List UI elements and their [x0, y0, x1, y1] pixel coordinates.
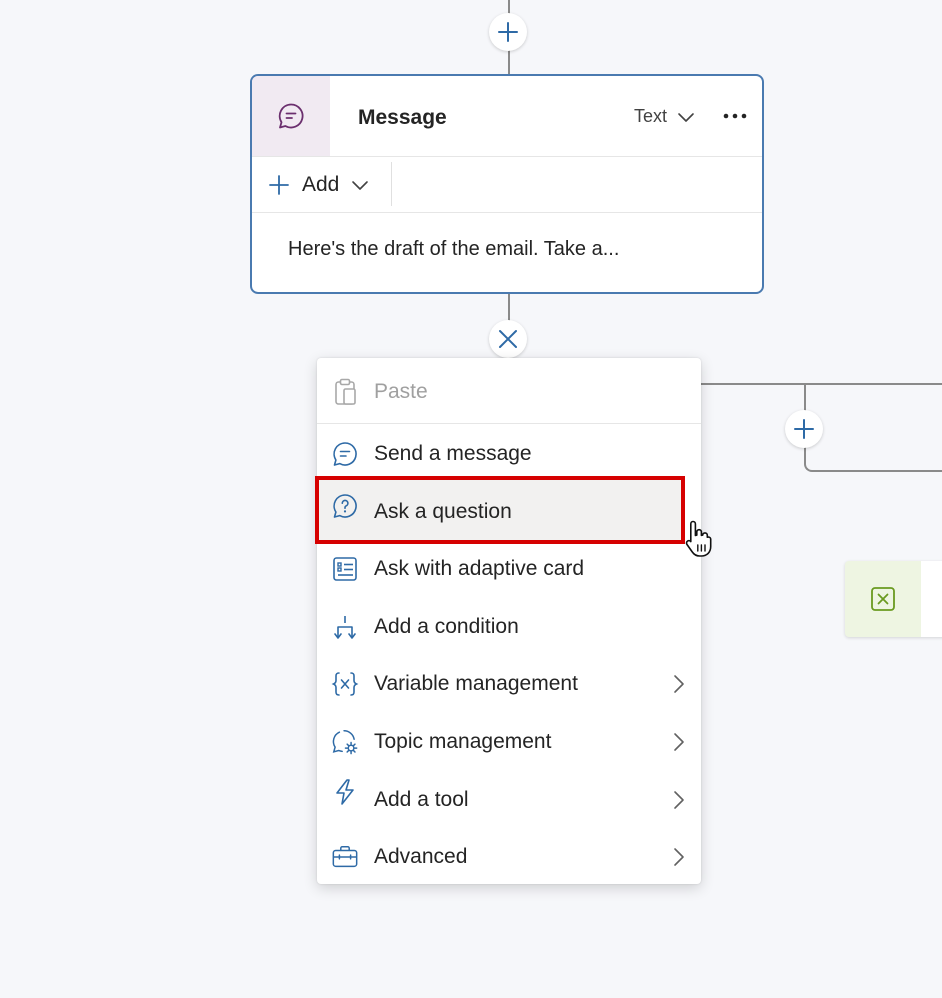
chevron-right-icon [674, 733, 684, 751]
menu-item-adaptive-card[interactable]: Ask with adaptive card [317, 541, 701, 597]
chevron-down-icon [352, 181, 369, 190]
menu-item-label: Add a tool [374, 788, 469, 811]
menu-item-variable-management[interactable]: Variable management [317, 656, 701, 712]
lightning-icon [331, 778, 359, 806]
menu-item-add-condition[interactable]: Add a condition [317, 599, 701, 655]
add-node-button-branch[interactable] [785, 410, 823, 448]
menu-item-topic-management[interactable]: Topic management [317, 714, 701, 770]
message-node-toolbar: Add [252, 156, 762, 213]
menu-divider [317, 423, 701, 424]
menu-item-label: Advanced [374, 845, 468, 868]
message-node-header: Message Text [252, 76, 762, 157]
message-type-dropdown[interactable]: Text [634, 106, 695, 127]
excel-icon [871, 587, 895, 611]
plus-icon [794, 419, 814, 439]
condition-icon [331, 613, 359, 641]
message-type-label: Text [634, 106, 668, 126]
branch-line-corner [804, 446, 942, 472]
more-icon [723, 113, 747, 119]
branch-line-down [804, 383, 806, 411]
plus-icon [498, 22, 518, 42]
highlight-box [315, 476, 685, 544]
message-node[interactable]: Message Text Add Here's the draft of the… [250, 74, 764, 294]
menu-item-label: Topic management [374, 730, 552, 753]
chevron-right-icon [674, 675, 684, 693]
adaptive-card-icon [331, 555, 359, 583]
more-options-button[interactable] [722, 104, 748, 128]
message-node-title: Message [358, 106, 447, 129]
add-node-button-top[interactable] [489, 13, 527, 51]
add-content-button[interactable]: Add [268, 168, 369, 202]
message-preview-text[interactable]: Here's the draft of the email. Take a... [288, 238, 619, 261]
menu-item-send-message[interactable]: Send a message [317, 426, 701, 482]
condition-node-card-body [921, 561, 942, 637]
menu-item-label: Send a message [374, 442, 532, 465]
hand-cursor-icon [685, 520, 712, 557]
menu-item-label: Paste [374, 380, 428, 403]
condition-node-card[interactable] [845, 561, 942, 637]
menu-item-label: Variable management [374, 672, 578, 695]
menu-item-paste[interactable]: Paste [317, 364, 701, 420]
toolbox-icon [331, 843, 359, 871]
close-menu-button[interactable] [489, 320, 527, 358]
close-icon [499, 330, 517, 348]
toolbar-divider [391, 162, 392, 206]
add-node-menu: Paste Send a message Ask a question Ask … [317, 358, 701, 884]
variable-icon [331, 670, 359, 698]
chevron-right-icon [674, 791, 684, 809]
chevron-down-icon [678, 112, 694, 122]
message-node-icon-box [252, 76, 330, 156]
paste-icon [331, 378, 359, 406]
message-icon [331, 440, 359, 468]
chevron-right-icon [674, 848, 684, 866]
topic-icon [331, 728, 359, 756]
plus-icon [269, 175, 289, 195]
add-content-label: Add [302, 173, 340, 196]
menu-item-add-tool[interactable]: Add a tool [317, 772, 701, 828]
menu-item-advanced[interactable]: Advanced [317, 829, 701, 885]
menu-item-label: Add a condition [374, 615, 519, 638]
menu-item-label: Ask with adaptive card [374, 557, 585, 580]
branch-line [701, 383, 942, 385]
message-icon [278, 103, 304, 129]
